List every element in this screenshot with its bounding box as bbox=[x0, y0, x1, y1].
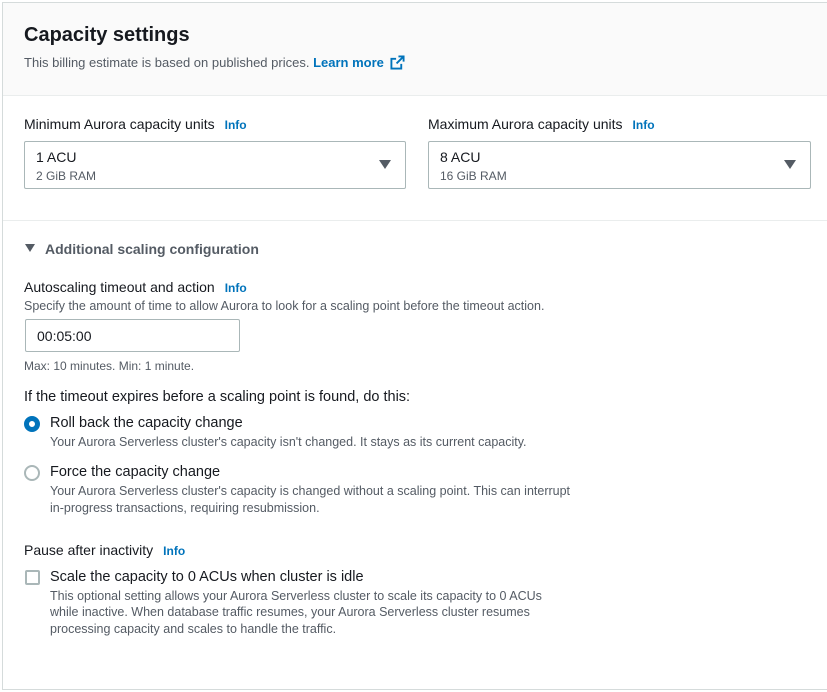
min-acu-select[interactable]: 1 ACU 2 GiB RAM bbox=[24, 141, 406, 189]
autoscaling-label: Autoscaling timeout and action Info bbox=[24, 279, 247, 295]
pause-description-line2: while inactive. When database traffic re… bbox=[50, 605, 530, 619]
pause-description-line3: processing capacity and scales to handle… bbox=[50, 622, 337, 636]
max-acu-ram: 16 GiB RAM bbox=[440, 169, 507, 183]
panel-subtitle: This billing estimate is based on publis… bbox=[24, 55, 405, 70]
min-acu-ram: 2 GiB RAM bbox=[36, 169, 97, 183]
max-acu-value: 8 ACU bbox=[440, 149, 481, 165]
autoscaling-constraint: Max: 10 minutes. Min: 1 minute. bbox=[24, 359, 195, 373]
autoscaling-description: Specify the amount of time to allow Auro… bbox=[24, 299, 545, 313]
max-acu-info-link[interactable]: Info bbox=[633, 118, 655, 132]
autoscaling-info-link[interactable]: Info bbox=[225, 281, 247, 295]
max-acu-label-text: Maximum Aurora capacity units bbox=[428, 116, 623, 132]
capacity-settings-panel: Capacity settings This billing estimate … bbox=[2, 2, 827, 690]
additional-scaling-title: Additional scaling configuration bbox=[45, 241, 259, 257]
rollback-radio[interactable] bbox=[24, 416, 40, 432]
panel-title: Capacity settings bbox=[24, 24, 190, 46]
min-acu-label: Minimum Aurora capacity units Info bbox=[24, 116, 247, 132]
autoscaling-timeout-input[interactable] bbox=[25, 319, 240, 352]
scale-to-zero-label[interactable]: Scale the capacity to 0 ACUs when cluste… bbox=[50, 569, 364, 585]
max-acu-label: Maximum Aurora capacity units Info bbox=[428, 116, 655, 132]
max-acu-select[interactable]: 8 ACU 16 GiB RAM bbox=[428, 141, 811, 189]
autoscaling-label-text: Autoscaling timeout and action bbox=[24, 279, 215, 295]
pause-label: Pause after inactivity Info bbox=[24, 542, 185, 558]
force-radio[interactable] bbox=[24, 465, 40, 481]
caret-down-icon bbox=[379, 160, 391, 169]
learn-more-label: Learn more bbox=[313, 55, 384, 70]
caret-down-icon bbox=[25, 244, 35, 252]
timeout-action-label: If the timeout expires before a scaling … bbox=[24, 389, 411, 405]
rollback-label[interactable]: Roll back the capacity change bbox=[50, 415, 243, 431]
caret-down-icon bbox=[784, 160, 796, 169]
pause-label-text: Pause after inactivity bbox=[24, 542, 154, 558]
force-description-line2: in-progress transactions, requiring resu… bbox=[50, 501, 320, 515]
force-label[interactable]: Force the capacity change bbox=[50, 464, 220, 480]
scale-to-zero-checkbox[interactable] bbox=[25, 570, 40, 585]
external-link-icon bbox=[390, 55, 405, 70]
pause-description-line1: This optional setting allows your Aurora… bbox=[50, 589, 542, 603]
panel-header: Capacity settings This billing estimate … bbox=[3, 3, 827, 96]
section-divider bbox=[3, 220, 827, 221]
billing-note: This billing estimate is based on publis… bbox=[24, 55, 310, 70]
force-description-line1: Your Aurora Serverless cluster's capacit… bbox=[50, 484, 571, 498]
min-acu-label-text: Minimum Aurora capacity units bbox=[24, 116, 215, 132]
additional-scaling-expander[interactable]: Additional scaling configuration bbox=[25, 241, 259, 257]
pause-info-link[interactable]: Info bbox=[163, 544, 185, 558]
min-acu-value: 1 ACU bbox=[36, 149, 77, 165]
rollback-description: Your Aurora Serverless cluster's capacit… bbox=[50, 435, 527, 449]
min-acu-info-link[interactable]: Info bbox=[225, 118, 247, 132]
learn-more-link[interactable]: Learn more bbox=[313, 55, 405, 70]
